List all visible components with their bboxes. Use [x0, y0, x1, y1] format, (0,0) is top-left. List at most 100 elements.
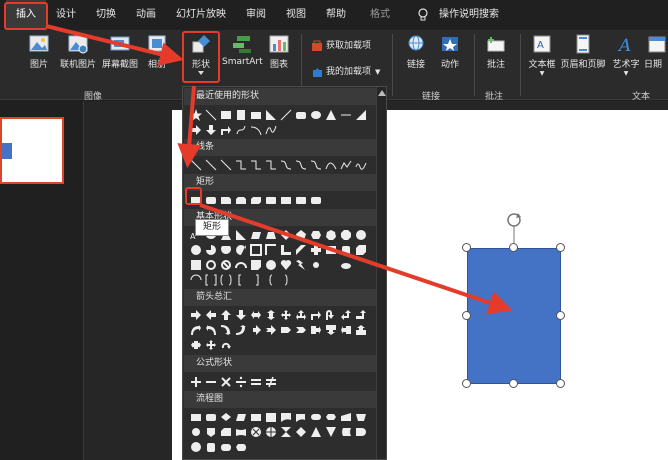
right-arrow-callout-icon[interactable] — [309, 323, 323, 337]
dodecagon-shape-icon[interactable] — [189, 243, 203, 257]
flowchart-merge-icon[interactable] — [324, 425, 338, 439]
right-triangle-shape-icon[interactable] — [354, 108, 368, 122]
header-footer-button[interactable]: 页眉和页脚 — [560, 33, 606, 70]
wordart-button[interactable]: A 艺术字 ▼ — [610, 33, 642, 77]
flowchart-manual-operation-icon[interactable] — [354, 410, 368, 424]
smartart-button[interactable]: SmartArt — [222, 33, 263, 67]
vertical-textbox-shape-icon[interactable] — [234, 108, 248, 122]
right-arrow-icon[interactable] — [189, 308, 203, 322]
up-down-arrow-icon[interactable] — [264, 308, 278, 322]
flowchart-sequential-storage-icon[interactable] — [189, 440, 203, 454]
resize-handle-top-left[interactable] — [462, 243, 471, 252]
screenshot-button[interactable]: 屏幕截图 — [100, 33, 140, 70]
heart-shape-icon[interactable] — [279, 258, 293, 272]
round-single-corner-rectangle-icon[interactable] — [279, 193, 293, 207]
flowchart-preparation-icon[interactable] — [324, 410, 338, 424]
textbox-shape-icon[interactable] — [219, 108, 233, 122]
flowchart-stored-data-icon[interactable] — [339, 425, 353, 439]
up-arrow-icon[interactable] — [219, 308, 233, 322]
star-shape-icon[interactable] — [189, 108, 203, 122]
cloud-shape-icon[interactable] — [339, 258, 353, 272]
resize-handle-top-right[interactable] — [556, 243, 565, 252]
curve-shape-icon[interactable] — [264, 123, 278, 137]
resize-handle-top[interactable] — [509, 243, 518, 252]
resize-handle-left[interactable] — [462, 311, 471, 320]
pentagon-shape-icon[interactable] — [294, 228, 308, 242]
plaque-shape-icon[interactable] — [324, 243, 338, 257]
tab-design[interactable]: 设计 — [52, 0, 80, 30]
diamond-shape-icon[interactable] — [279, 228, 293, 242]
flowchart-sort-icon[interactable] — [294, 425, 308, 439]
no-symbol-shape-icon[interactable] — [219, 258, 233, 272]
elbow-arrow-connector-icon[interactable] — [249, 158, 263, 172]
rounded-rectangle-icon[interactable] — [204, 193, 218, 207]
datetime-button[interactable]: 日期 — [644, 33, 668, 70]
bent-arrow-shape-icon[interactable] — [219, 123, 233, 137]
left-right-arrow-callout-icon[interactable] — [189, 338, 203, 352]
curved-right-arrow-icon[interactable] — [189, 323, 203, 337]
smiley-face-shape-icon[interactable] — [264, 258, 278, 272]
line-shape-icon[interactable] — [204, 108, 218, 122]
tab-format[interactable]: 格式 — [362, 0, 398, 30]
flowchart-predefined-process-icon[interactable] — [249, 410, 263, 424]
tab-animations[interactable]: 动画 — [132, 0, 160, 30]
round-diagonal-rectangle-icon[interactable] — [309, 193, 323, 207]
curved-double-arrow-icon[interactable] — [309, 158, 323, 172]
diagonal-line-shape-icon[interactable] — [279, 108, 293, 122]
resize-handle-bottom[interactable] — [509, 379, 518, 388]
flowchart-extract-icon[interactable] — [309, 425, 323, 439]
block-arc-shape-icon[interactable] — [234, 258, 248, 272]
photo-album-button[interactable]: 相册 — [144, 33, 170, 70]
flowchart-display-icon[interactable] — [234, 440, 248, 454]
flowchart-data-icon[interactable] — [234, 410, 248, 424]
line-icon[interactable] — [189, 158, 203, 172]
flowchart-manual-input-icon[interactable] — [339, 410, 353, 424]
divide-icon[interactable] — [234, 375, 248, 389]
snip-same-side-rectangle-icon[interactable] — [234, 193, 248, 207]
double-bracket-shape-icon[interactable] — [204, 273, 218, 287]
right-triangle-shape-icon[interactable] — [264, 108, 278, 122]
gallery-scrollbar[interactable] — [376, 87, 386, 459]
left-right-arrow-icon[interactable] — [249, 308, 263, 322]
double-brace-shape-icon[interactable] — [219, 273, 233, 287]
cube-shape-icon[interactable] — [354, 243, 368, 257]
curved-down-arrow-icon[interactable] — [234, 323, 248, 337]
flowchart-offpage-connector-icon[interactable] — [204, 425, 218, 439]
freeform-icon[interactable] — [339, 158, 353, 172]
decagon-shape-icon[interactable] — [354, 228, 368, 242]
left-arrow-icon[interactable] — [204, 308, 218, 322]
striped-right-arrow-icon[interactable] — [249, 323, 263, 337]
cross-shape-icon[interactable] — [309, 243, 323, 257]
lightning-bolt-shape-icon[interactable] — [294, 258, 308, 272]
chord-shape-icon[interactable] — [219, 243, 233, 257]
not-equal-icon[interactable] — [264, 375, 278, 389]
tell-me-search[interactable]: 操作说明搜索 — [438, 0, 500, 30]
flowchart-magnetic-disk-icon[interactable] — [204, 440, 218, 454]
line-arrow-icon[interactable] — [204, 158, 218, 172]
resize-handle-bottom-left[interactable] — [462, 379, 471, 388]
tab-transitions[interactable]: 切换 — [92, 0, 120, 30]
chart-button[interactable]: 图表 — [266, 33, 292, 70]
parallelogram-shape-icon[interactable] — [249, 228, 263, 242]
action-button[interactable]: 动作 — [436, 33, 464, 70]
right-triangle-shape-icon[interactable] — [234, 228, 248, 242]
right-arrow-shape-icon[interactable] — [189, 123, 203, 137]
plus-icon[interactable] — [189, 375, 203, 389]
flowchart-collate-icon[interactable] — [279, 425, 293, 439]
sun-shape-icon[interactable] — [309, 258, 323, 272]
flowchart-multidocument-icon[interactable] — [294, 410, 308, 424]
left-bracket-shape-icon[interactable] — [234, 273, 248, 287]
l-shape-icon[interactable] — [279, 243, 293, 257]
curved-arrow-connector-icon[interactable] — [294, 158, 308, 172]
textbox-button[interactable]: A 文本框 ▼ — [526, 33, 558, 77]
rectangle-shape-icon[interactable] — [249, 108, 263, 122]
rectangle-shape[interactable] — [467, 248, 561, 384]
folded-corner-shape-icon[interactable] — [249, 258, 263, 272]
freeform-shape-icon[interactable] — [234, 123, 248, 137]
tab-review[interactable]: 审阅 — [242, 0, 270, 30]
moon-shape-icon[interactable] — [324, 258, 338, 272]
heptagon-shape-icon[interactable] — [324, 228, 338, 242]
rounded-rect-shape-icon[interactable] — [294, 108, 308, 122]
flowchart-connector-icon[interactable] — [189, 425, 203, 439]
flowchart-internal-storage-icon[interactable] — [264, 410, 278, 424]
